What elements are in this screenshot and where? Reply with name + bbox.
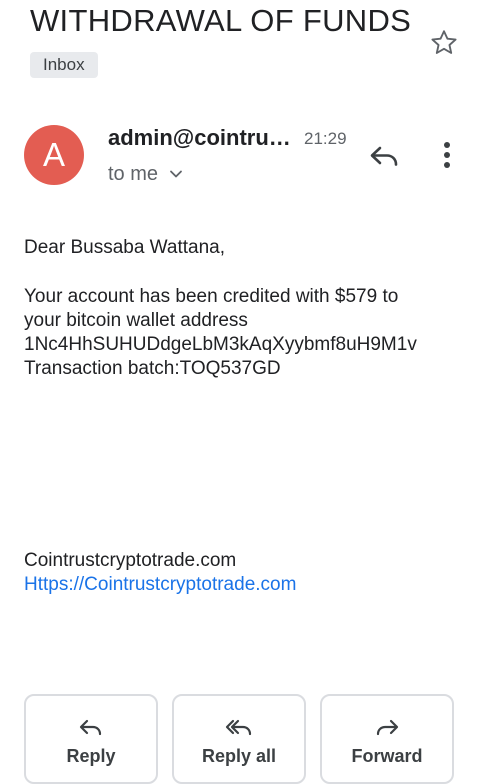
- forward-button-label: Forward: [351, 746, 423, 766]
- inbox-label-chip[interactable]: Inbox: [30, 52, 98, 78]
- sender-name[interactable]: admin@cointru…: [108, 124, 291, 152]
- reply-button-label: Reply: [66, 746, 116, 766]
- chevron-down-icon: [170, 170, 182, 178]
- email-subject: WITHDRAWAL OF FUNDS: [30, 3, 412, 38]
- reply-all-icon: [225, 719, 252, 736]
- forward-icon: [376, 719, 399, 736]
- email-body-line: your bitcoin wallet address: [24, 310, 248, 331]
- reply-icon: [79, 719, 102, 736]
- forward-button[interactable]: Forward: [320, 694, 454, 784]
- email-signature: Cointrustcryptotrade.com: [24, 550, 237, 571]
- recipient-details-toggle[interactable]: to me: [108, 161, 184, 187]
- wallet-address: 1Nc4HhSUHUDdgeLbM3kAqXyybmf8uH9M1v: [24, 334, 417, 355]
- transaction-batch: Transaction batch:TOQ537GD: [24, 358, 281, 379]
- recipient-label: to me: [108, 163, 159, 185]
- email-body-line: Your account has been credited with $579…: [24, 286, 399, 307]
- sender-avatar[interactable]: A: [24, 125, 84, 185]
- reply-icon[interactable]: [366, 138, 402, 174]
- more-options-icon[interactable]: [432, 140, 462, 170]
- email-greeting: Dear Bussaba Wattana,: [24, 237, 226, 258]
- reply-all-button[interactable]: Reply all: [172, 694, 306, 784]
- reply-all-button-label: Reply all: [201, 746, 277, 766]
- reply-button[interactable]: Reply: [24, 694, 158, 784]
- star-icon[interactable]: [428, 27, 460, 59]
- website-link[interactable]: Https://Cointrustcryptotrade.com: [24, 573, 296, 597]
- email-time: 21:29: [304, 129, 347, 148]
